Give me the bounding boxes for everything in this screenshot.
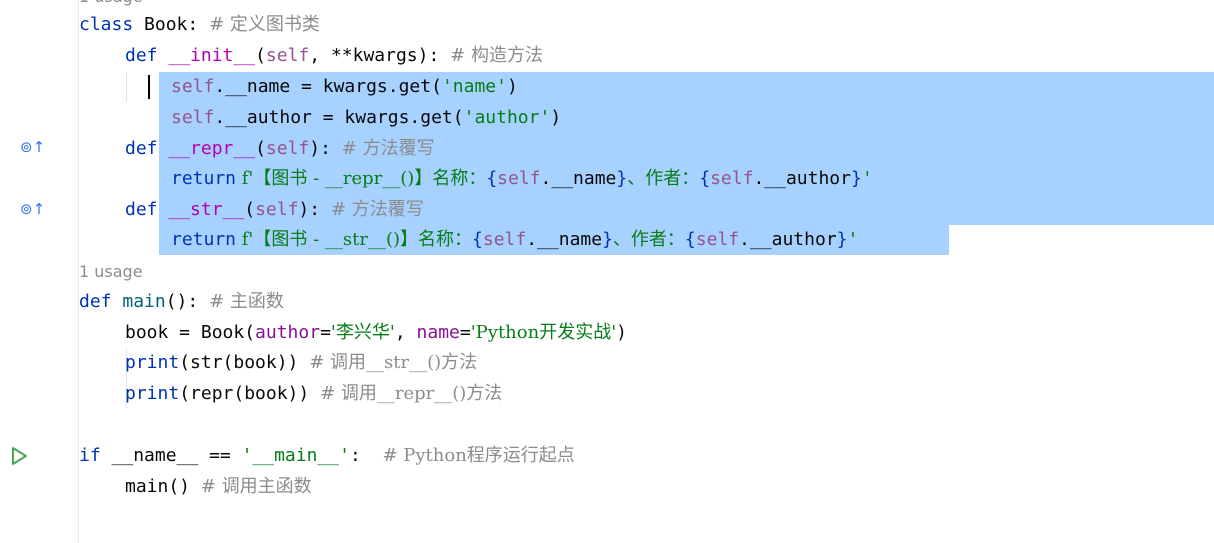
code-editor[interactable]: 1 usage class Book: # 定义图书类 def __init__… [79,0,1214,543]
code-line: self.__name = kwargs.get('name') [171,76,518,97]
code-line: def __str__(self): # 方法覆写 [125,199,424,220]
keyword: class [79,14,134,35]
code-line: book = Book(author='李兴华', name='Python开发… [125,322,627,343]
code-line: print(str(book)) # 调用__str__()方法 [125,352,478,373]
indent-guide [126,72,127,102]
code-line: main() # 调用主函数 [125,476,312,497]
run-play-icon[interactable] [10,446,28,466]
code-line: print(repr(book)) # 调用__repr__()方法 [125,383,503,404]
override-method-icon[interactable]: ⊚↑ [20,199,45,219]
code-line: def main(): # 主函数 [79,291,284,312]
code-line: return f'【图书 - __str__()】名称：{self.__name… [171,229,859,250]
code-line: class Book: # 定义图书类 [79,14,320,35]
editor-gutter: ⊚↑ ⊚↑ [0,0,79,543]
text-caret [148,75,150,99]
usage-hint[interactable]: 1 usage [79,257,143,287]
code-line: def __init__(self, **kwargs): # 构造方法 [125,45,543,66]
code-line: return f'【图书 - __repr__()】名称：{self.__nam… [171,168,873,189]
code-line: def __repr__(self): # 方法覆写 [125,138,435,159]
code-line: if __name__ == '__main__': # Python程序运行起… [79,445,575,466]
code-line: self.__author = kwargs.get('author') [171,107,562,128]
override-method-icon[interactable]: ⊚↑ [20,137,45,157]
